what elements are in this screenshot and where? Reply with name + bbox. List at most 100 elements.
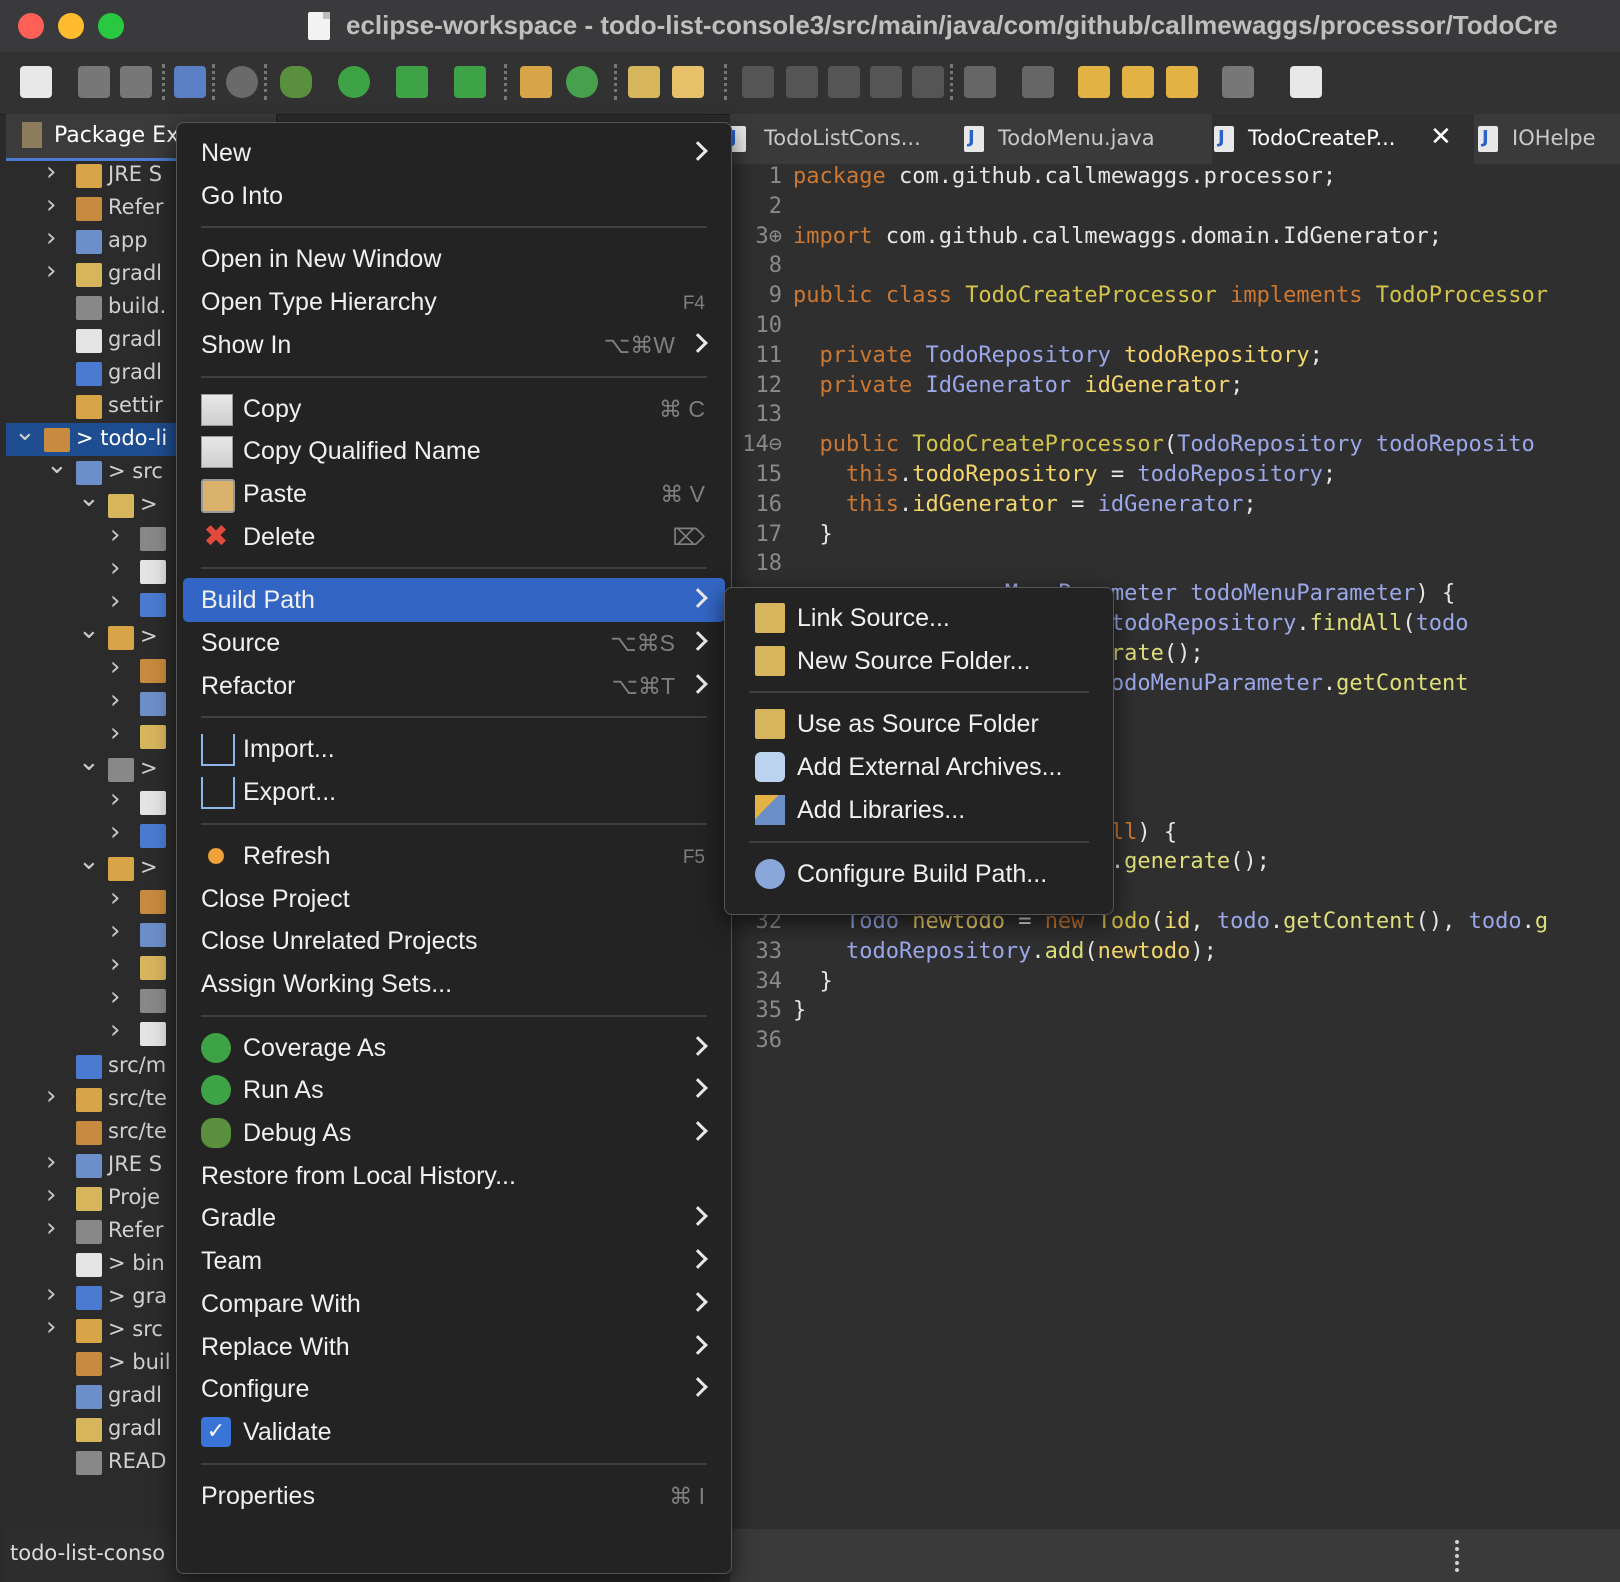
window-zoom-button[interactable] <box>98 13 124 39</box>
editor-tab[interactable]: TodoCreateP... ✕ <box>1212 114 1474 164</box>
chevron-right-icon[interactable]: › <box>46 223 56 253</box>
terminal-icon[interactable] <box>174 66 206 98</box>
menu-item-open-in-new-window[interactable]: Open in New Window <box>183 237 725 281</box>
menu-item-import[interactable]: Import... <box>183 727 725 771</box>
chevron-right-icon[interactable]: › <box>46 190 56 220</box>
chevron-right-icon[interactable]: › <box>46 256 56 286</box>
menu-item-add-external-archives[interactable]: Add External Archives... <box>731 745 1107 789</box>
open-type-icon[interactable] <box>628 66 660 98</box>
new-java-class-icon[interactable] <box>566 66 598 98</box>
chevron-down-icon[interactable]: ⌄ <box>78 747 100 777</box>
save-all-icon[interactable] <box>120 66 152 98</box>
chevron-right-icon[interactable]: › <box>46 1312 56 1342</box>
window-minimize-button[interactable] <box>58 13 84 39</box>
menu-item-close-unrelated-projects[interactable]: Close Unrelated Projects <box>183 919 725 963</box>
chevron-right-icon[interactable]: › <box>110 916 120 946</box>
chevron-right-icon[interactable]: › <box>46 1147 56 1177</box>
chevron-down-icon[interactable]: ⌄ <box>78 846 100 876</box>
chevron-down-icon[interactable]: ⌄ <box>78 483 100 513</box>
editor-tab[interactable]: TodoMenu.java <box>962 114 1212 164</box>
word-wrap-icon[interactable] <box>870 66 902 98</box>
menu-item-run-as[interactable]: Run As <box>183 1068 725 1112</box>
chevron-right-icon[interactable]: › <box>46 1213 56 1243</box>
menu-item-paste[interactable]: Paste ⌘ V <box>183 472 725 516</box>
menu-item-source[interactable]: Source ⌥⌘S <box>183 621 725 665</box>
more-options-icon[interactable] <box>1455 1540 1463 1572</box>
menu-item-add-libraries[interactable]: Add Libraries... <box>731 788 1107 832</box>
menu-item-show-in[interactable]: Show In ⌥⌘W <box>183 323 725 367</box>
chevron-right-icon[interactable]: › <box>110 586 120 616</box>
block-selection-icon[interactable] <box>828 66 860 98</box>
chevron-right-icon[interactable]: › <box>110 553 120 583</box>
skip-breakpoints-icon[interactable] <box>226 66 258 98</box>
chevron-down-icon[interactable]: ⌄ <box>46 450 68 480</box>
menu-item-replace-with[interactable]: Replace With <box>183 1325 725 1369</box>
chevron-right-icon[interactable]: › <box>46 1279 56 1309</box>
chevron-right-icon[interactable]: › <box>110 817 120 847</box>
chevron-right-icon[interactable]: › <box>110 883 120 913</box>
chevron-right-icon[interactable]: › <box>110 718 120 748</box>
menu-item-use-as-source-folder[interactable]: Use as Source Folder <box>731 702 1107 746</box>
show-whitespace-icon[interactable] <box>912 66 944 98</box>
menu-item-refresh[interactable]: Refresh F5 <box>183 834 725 878</box>
back-arrow-icon[interactable] <box>1166 66 1198 98</box>
menu-item-coverage-as[interactable]: Coverage As <box>183 1026 725 1070</box>
menu-item-delete[interactable]: ✖ Delete ⌦ <box>183 515 725 559</box>
open-perspective-icon[interactable] <box>1290 66 1322 98</box>
menu-item-go-into[interactable]: Go Into <box>183 174 725 218</box>
chevron-right-icon[interactable]: › <box>46 1180 56 1210</box>
debug-toolbar-icon[interactable] <box>280 66 312 98</box>
save-icon[interactable] <box>78 66 110 98</box>
new-java-package-icon[interactable] <box>520 66 552 98</box>
menu-item-validate[interactable]: ✓ Validate <box>183 1410 725 1454</box>
menu-item-export[interactable]: Export... <box>183 770 725 814</box>
chevron-right-icon[interactable]: › <box>110 982 120 1012</box>
menu-item-copy-qualified-name[interactable]: Copy Qualified Name <box>183 429 725 473</box>
search-icon[interactable] <box>672 66 704 98</box>
chevron-right-icon[interactable]: › <box>46 1081 56 1111</box>
menu-item-configure-build-path[interactable]: Configure Build Path... <box>731 852 1107 896</box>
menu-item-link-source[interactable]: Link Source... <box>731 596 1107 640</box>
window-close-button[interactable] <box>18 13 44 39</box>
menu-item-compare-with[interactable]: Compare With <box>183 1282 725 1326</box>
menu-item-build-path[interactable]: Build Path <box>183 578 725 623</box>
menu-item-gradle[interactable]: Gradle <box>183 1196 725 1240</box>
chevron-down-icon[interactable]: ⌄ <box>14 417 36 447</box>
chevron-right-icon[interactable]: › <box>110 520 120 550</box>
menu-item-configure[interactable]: Configure <box>183 1367 725 1411</box>
menu-item-team[interactable]: Team <box>183 1239 725 1283</box>
chevron-right-icon[interactable]: › <box>110 652 120 682</box>
forward-edit-icon[interactable] <box>1122 66 1154 98</box>
new-wizard-icon[interactable] <box>20 66 52 98</box>
menu-item-refactor[interactable]: Refactor ⌥⌘T <box>183 664 725 708</box>
chevron-down-icon[interactable]: ⌄ <box>78 615 100 645</box>
close-icon[interactable]: ✕ <box>1430 122 1452 152</box>
menu-item-new[interactable]: New <box>183 131 725 175</box>
forward-arrow-icon[interactable] <box>1222 66 1254 98</box>
coverage-toolbar-icon[interactable] <box>396 66 428 98</box>
previous-annotation-icon[interactable] <box>1022 66 1054 98</box>
last-edit-location-icon[interactable] <box>1078 66 1110 98</box>
menu-item-restore-from-local-history[interactable]: Restore from Local History... <box>183 1154 725 1198</box>
chevron-right-icon[interactable]: › <box>110 1015 120 1045</box>
next-annotation-icon[interactable] <box>964 66 996 98</box>
menu-item-debug-as[interactable]: Debug As <box>183 1111 725 1155</box>
external-tools-icon[interactable] <box>454 66 486 98</box>
menu-item-copy[interactable]: Copy ⌘ C <box>183 387 725 431</box>
editor-tab[interactable]: IOHelpe <box>1476 114 1620 164</box>
run-toolbar-icon[interactable] <box>338 66 370 98</box>
chevron-right-icon[interactable]: › <box>110 784 120 814</box>
menu-item-assign-working-sets[interactable]: Assign Working Sets... <box>183 962 725 1006</box>
code-token: (), <box>1415 909 1469 934</box>
toggle-annotation-icon[interactable] <box>742 66 774 98</box>
menu-item-close-project[interactable]: Close Project <box>183 877 725 921</box>
menu-item-properties[interactable]: Properties ⌘ I <box>183 1474 725 1518</box>
mark-occurrences-icon[interactable] <box>786 66 818 98</box>
chevron-right-icon[interactable]: › <box>110 949 120 979</box>
chevron-right-icon[interactable]: › <box>110 685 120 715</box>
menu-item-new-source-folder[interactable]: New Source Folder... <box>731 639 1107 683</box>
menu-item-open-type-hierarchy[interactable]: Open Type Hierarchy F4 <box>183 280 725 324</box>
editor-tab[interactable]: TodoListCons... <box>726 114 960 164</box>
code-token: ) { <box>1415 581 1456 607</box>
chevron-right-icon[interactable]: › <box>46 157 56 187</box>
